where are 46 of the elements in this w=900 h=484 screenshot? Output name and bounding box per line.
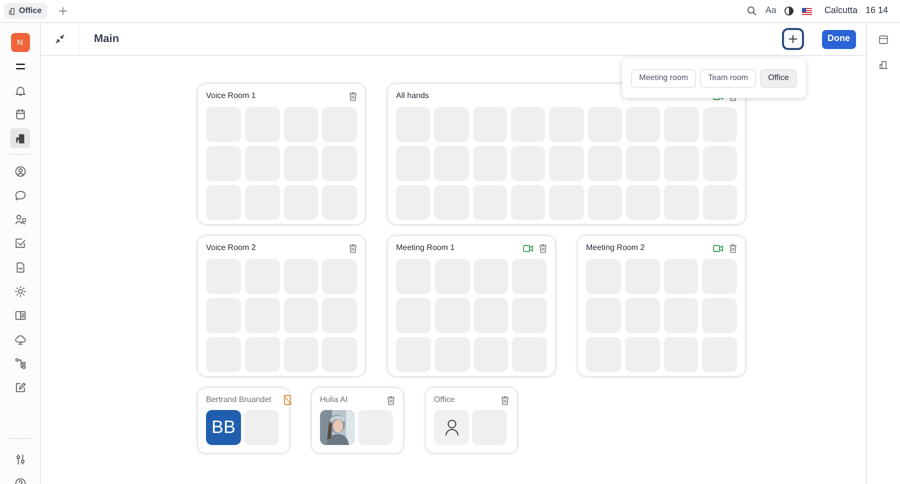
person-card[interactable]: Bertrand Bruandet BB: [198, 388, 289, 453]
flag-icon[interactable]: [802, 8, 812, 14]
avatar-initials: BB: [206, 410, 241, 445]
trash-icon[interactable]: [501, 396, 509, 404]
menu-option[interactable]: Office: [760, 68, 797, 88]
person-card[interactable]: Office: [426, 388, 517, 453]
room-name: Voice Room 1: [206, 90, 256, 102]
city-label: Calcutta: [824, 4, 858, 18]
room-name: Meeting Room 2: [586, 242, 645, 254]
person-icon: [444, 419, 458, 436]
done-button[interactable]: Done: [822, 30, 856, 48]
person-name: Hulia AI: [320, 394, 348, 406]
trash-icon[interactable]: [349, 244, 357, 252]
page-title: Main: [94, 32, 120, 47]
video-icon[interactable]: [713, 244, 723, 252]
clock-time: 16 14: [865, 4, 888, 18]
building-icon[interactable]: [10, 128, 30, 148]
search-icon[interactable]: [747, 6, 758, 16]
room-card[interactable]: Meeting Room 2: [578, 236, 745, 376]
room-card[interactable]: All hands: [388, 84, 745, 224]
trash-icon[interactable]: [729, 244, 737, 252]
menu-option[interactable]: Team room: [700, 68, 756, 88]
building-icon: [9, 8, 15, 14]
add-button[interactable]: [782, 28, 804, 50]
person-card[interactable]: Hulia AI: [312, 388, 403, 453]
room-name: All hands: [396, 90, 429, 102]
room-name: Meeting Room 1: [396, 242, 455, 254]
person-name: Bertrand Bruandet: [206, 394, 272, 406]
person-name: Office: [434, 394, 455, 406]
room-card[interactable]: Voice Room 1: [198, 84, 365, 224]
trash-icon[interactable]: [349, 92, 357, 100]
collapse-icon[interactable]: [55, 34, 65, 44]
room-name: Voice Room 2: [206, 242, 256, 254]
video-icon[interactable]: [523, 244, 533, 252]
font-size-label[interactable]: Aa: [765, 4, 776, 18]
calendar-icon[interactable]: [879, 35, 888, 44]
contrast-icon[interactable]: [784, 6, 794, 16]
trash-icon[interactable]: [387, 396, 395, 404]
new-tab-icon[interactable]: [58, 7, 67, 15]
menu-option[interactable]: Meeting room: [631, 68, 696, 88]
tab[interactable]: Office: [4, 3, 47, 19]
room-card[interactable]: Meeting Room 1: [388, 236, 555, 376]
plus-icon: [788, 35, 796, 43]
trash-icon[interactable]: [539, 244, 547, 252]
room-card[interactable]: Voice Room 2: [198, 236, 365, 376]
building-icon[interactable]: [879, 60, 888, 69]
